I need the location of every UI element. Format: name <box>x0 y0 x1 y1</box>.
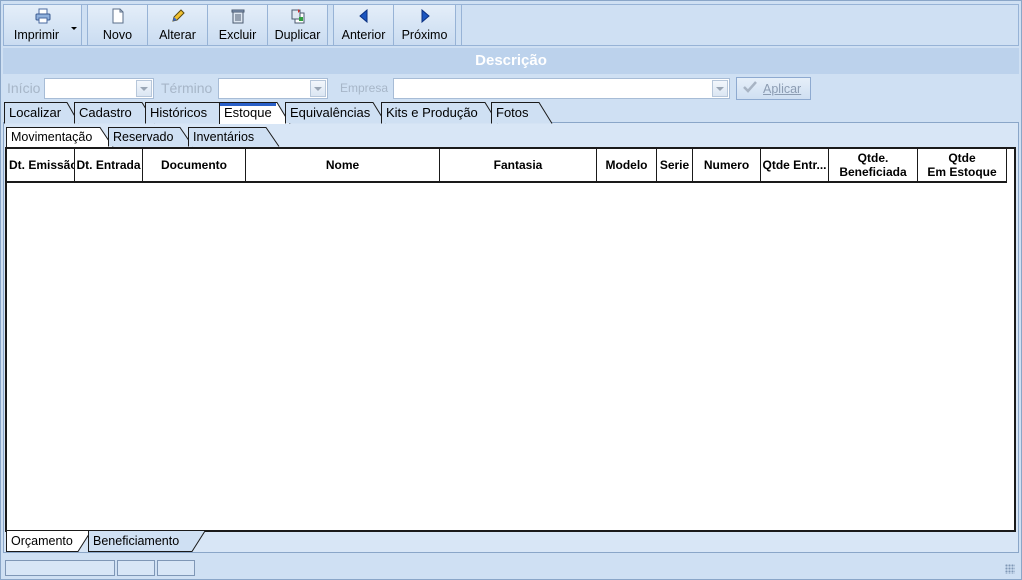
description-banner: Descrição <box>3 48 1019 74</box>
stock-subtabs: Movimentação Reservado Inventários <box>6 127 1016 147</box>
end-date-field[interactable] <box>218 78 328 99</box>
column-header[interactable]: Dt. Entrada <box>75 149 143 181</box>
tab-movimentacao[interactable]: Movimentação <box>6 127 114 147</box>
tab-label: Históricos <box>150 105 208 120</box>
tab-fotos[interactable]: Fotos <box>491 102 553 124</box>
pencil-icon <box>170 8 186 24</box>
new-button[interactable]: Novo <box>88 5 148 45</box>
new-document-icon <box>110 8 126 24</box>
status-panel <box>5 560 115 576</box>
column-header[interactable]: Numero <box>693 149 761 181</box>
tab-label: Movimentação <box>11 130 93 144</box>
chevron-down-icon[interactable] <box>310 80 326 97</box>
company-field[interactable] <box>393 78 730 99</box>
end-date-label: Término <box>161 80 213 96</box>
tab-localizar[interactable]: Localizar <box>4 102 80 124</box>
tab-label: Reservado <box>113 130 174 144</box>
duplicate-icon <box>290 8 306 24</box>
trash-icon <box>230 8 246 24</box>
previous-label: Anterior <box>341 28 386 42</box>
edit-button[interactable]: Alterar <box>148 5 208 45</box>
tab-label: Inventários <box>193 130 255 144</box>
edit-label: Alterar <box>159 28 196 42</box>
delete-label: Excluir <box>218 28 257 42</box>
apply-button[interactable]: Aplicar <box>736 77 811 100</box>
duplicate-button[interactable]: Duplicar <box>268 5 328 45</box>
tab-label: Estoque <box>224 105 272 120</box>
status-panel <box>157 560 195 576</box>
tab-label: Localizar <box>9 105 62 120</box>
tab-equivalencias[interactable]: Equivalências <box>285 102 387 124</box>
tab-label: Orçamento <box>11 534 73 548</box>
tab-reservado[interactable]: Reservado <box>108 127 194 147</box>
printer-icon <box>35 8 51 24</box>
bottom-tabs: Orçamento Beneficiamento <box>6 531 1016 552</box>
tab-label: Kits e Produção <box>386 105 478 120</box>
tab-label: Cadastro <box>79 105 132 120</box>
toolbar-separator <box>456 5 462 45</box>
tab-estoque[interactable]: Estoque <box>219 102 291 124</box>
status-panel <box>117 560 155 576</box>
chevron-down-icon[interactable] <box>71 27 77 30</box>
chevron-down-icon[interactable] <box>712 80 728 97</box>
column-header[interactable]: Qtde Entr... <box>761 149 829 181</box>
tab-kits-producao[interactable]: Kits e Produção <box>381 102 499 124</box>
start-date-field[interactable] <box>44 78 154 99</box>
main-window: Imprimir Novo Alterar Excluir Duplicar A… <box>0 0 1022 580</box>
column-header[interactable]: Qtde Em Estoque <box>918 149 1007 181</box>
column-header[interactable]: Documento <box>143 149 246 181</box>
movement-grid[interactable]: Dt. Emissão Dt. Entrada Documento Nome F… <box>5 147 1016 532</box>
column-header[interactable]: Serie <box>657 149 693 181</box>
arrow-left-icon <box>356 8 372 24</box>
tab-label: Beneficiamento <box>93 534 180 548</box>
tab-orcamento[interactable]: Orçamento <box>6 531 92 552</box>
status-bar <box>3 557 1019 578</box>
resize-grip-icon[interactable] <box>1005 564 1015 574</box>
column-header[interactable]: Fantasia <box>440 149 597 181</box>
previous-button[interactable]: Anterior <box>334 5 394 45</box>
tab-beneficiamento[interactable]: Beneficiamento <box>88 531 206 552</box>
grid-header: Dt. Emissão Dt. Entrada Documento Nome F… <box>7 149 1007 183</box>
filter-row: Início Término Empresa Aplicar <box>1 77 1021 101</box>
apply-label: Aplicar <box>763 81 802 96</box>
column-header[interactable]: Dt. Emissão <box>7 149 75 181</box>
next-button[interactable]: Próximo <box>394 5 456 45</box>
checkmark-icon <box>743 81 757 96</box>
print-button[interactable]: Imprimir <box>4 5 82 45</box>
print-label: Imprimir <box>13 28 60 42</box>
company-label: Empresa <box>340 81 389 95</box>
arrow-right-icon <box>417 8 433 24</box>
delete-button[interactable]: Excluir <box>208 5 268 45</box>
next-label: Próximo <box>401 28 448 42</box>
tab-inventarios[interactable]: Inventários <box>188 127 280 147</box>
tab-label: Fotos <box>496 105 529 120</box>
column-header[interactable]: Qtde. Beneficiada <box>829 149 918 181</box>
duplicate-label: Duplicar <box>274 28 321 42</box>
column-header[interactable]: Nome <box>246 149 440 181</box>
toolbar: Imprimir Novo Alterar Excluir Duplicar A… <box>3 4 1019 46</box>
start-date-label: Início <box>7 80 41 96</box>
tab-cadastro[interactable]: Cadastro <box>74 102 156 124</box>
new-label: Novo <box>102 28 133 42</box>
column-header[interactable]: Modelo <box>597 149 657 181</box>
main-tabs: Localizar Cadastro Históricos Estoque Eq… <box>4 102 1018 124</box>
chevron-down-icon[interactable] <box>136 80 152 97</box>
tab-label: Equivalências <box>290 105 371 120</box>
